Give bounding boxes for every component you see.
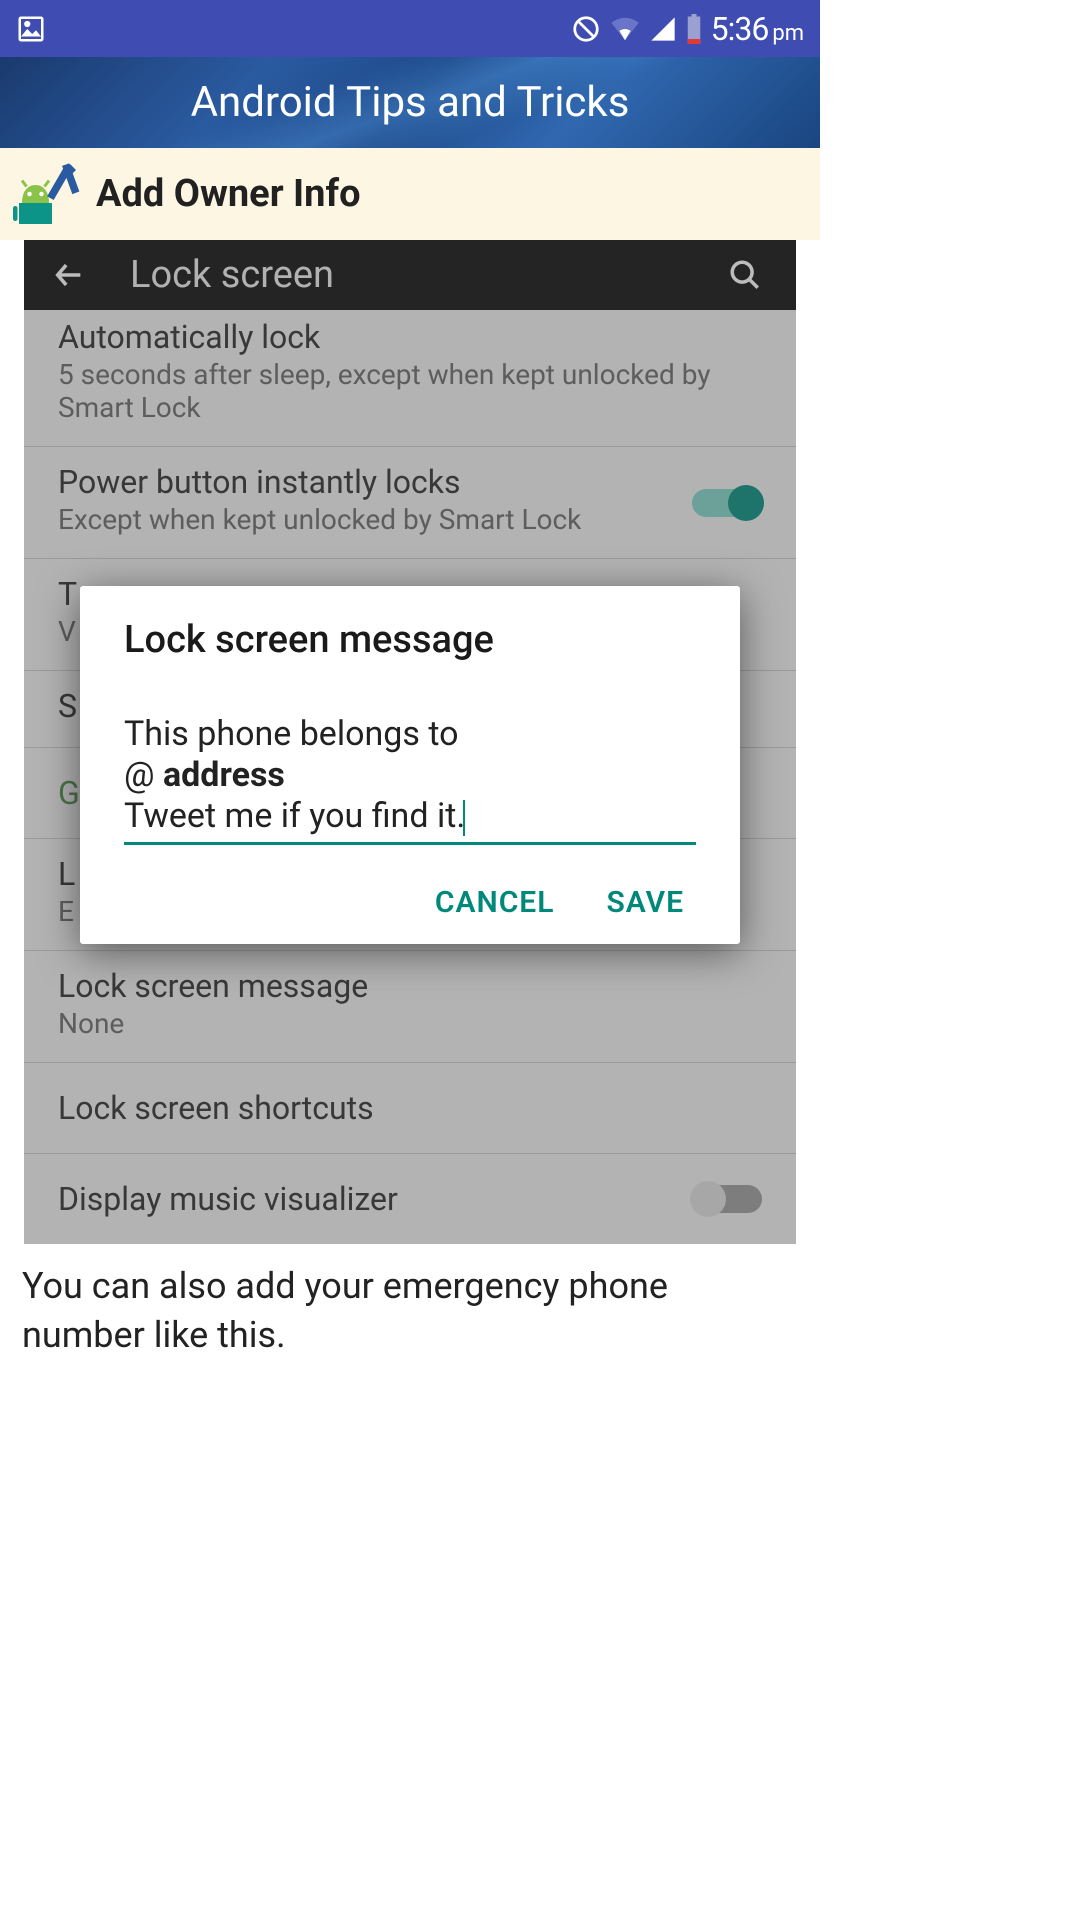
section-header: Add Owner Info bbox=[0, 148, 820, 240]
back-arrow-icon[interactable] bbox=[52, 258, 86, 292]
footer-text: You can also add your emergency phone nu… bbox=[0, 1244, 820, 1359]
setting-title: Display music visualizer bbox=[58, 1180, 762, 1218]
setting-power-lock[interactable]: Power button instantly locks Except when… bbox=[24, 447, 796, 559]
section-title: Add Owner Info bbox=[96, 172, 361, 216]
address-bold: address bbox=[163, 755, 285, 795]
app-header: Android Tips and Tricks bbox=[0, 57, 820, 148]
setting-title: Lock screen shortcuts bbox=[58, 1089, 762, 1127]
status-bar: 5:36pm bbox=[0, 0, 820, 57]
setting-shortcuts[interactable]: Lock screen shortcuts bbox=[24, 1063, 796, 1154]
setting-auto-lock[interactable]: Automatically lock 5 seconds after sleep… bbox=[24, 310, 796, 447]
setting-title: Automatically lock bbox=[58, 318, 762, 356]
dialog-input[interactable]: This phone belongs to @ address Tweet me… bbox=[124, 714, 696, 845]
dialog-actions: CANCEL SAVE bbox=[124, 885, 696, 920]
inner-screenshot: Lock screen Automatically lock 5 seconds… bbox=[24, 240, 796, 1244]
at-symbol: @ bbox=[124, 755, 163, 795]
setting-sub: 5 seconds after sleep, except when kept … bbox=[58, 358, 762, 424]
text-cursor bbox=[463, 800, 465, 836]
battery-icon bbox=[685, 14, 703, 44]
inner-toolbar: Lock screen bbox=[24, 240, 796, 310]
app-title: Android Tips and Tricks bbox=[191, 78, 630, 127]
status-time: 5:36pm bbox=[711, 10, 804, 48]
setting-sub: None bbox=[58, 1007, 762, 1040]
setting-music-visualizer[interactable]: Display music visualizer bbox=[24, 1154, 796, 1244]
search-icon[interactable] bbox=[728, 258, 762, 292]
inner-toolbar-title: Lock screen bbox=[130, 253, 334, 297]
setting-sub: Except when kept unlocked by Smart Lock bbox=[58, 503, 762, 536]
setting-title: Lock screen message bbox=[58, 967, 762, 1005]
picture-icon bbox=[16, 14, 46, 44]
dialog-title: Lock screen message bbox=[124, 618, 696, 662]
status-right: 5:36pm bbox=[571, 10, 804, 48]
signal-icon bbox=[649, 15, 677, 43]
android-tools-icon bbox=[10, 158, 82, 230]
toggle-on[interactable] bbox=[692, 489, 762, 517]
cancel-button[interactable]: CANCEL bbox=[435, 885, 555, 920]
input-line-3: Tweet me if you find it. bbox=[124, 796, 696, 837]
wifi-icon bbox=[609, 14, 641, 44]
lock-screen-message-dialog: Lock screen message This phone belongs t… bbox=[80, 586, 740, 944]
time-value: 5:36 bbox=[711, 10, 769, 48]
save-button[interactable]: SAVE bbox=[606, 885, 684, 920]
dnd-icon bbox=[571, 14, 601, 44]
toggle-off[interactable] bbox=[692, 1185, 762, 1213]
line3-text: Tweet me if you find it. bbox=[124, 796, 465, 836]
time-ampm: pm bbox=[772, 21, 804, 46]
setting-lock-message[interactable]: Lock screen message None bbox=[24, 951, 796, 1063]
setting-title: Power button instantly locks bbox=[58, 463, 762, 501]
status-left bbox=[16, 14, 46, 44]
input-line-2: @ address bbox=[124, 755, 696, 796]
input-line-1: This phone belongs to bbox=[124, 714, 696, 755]
